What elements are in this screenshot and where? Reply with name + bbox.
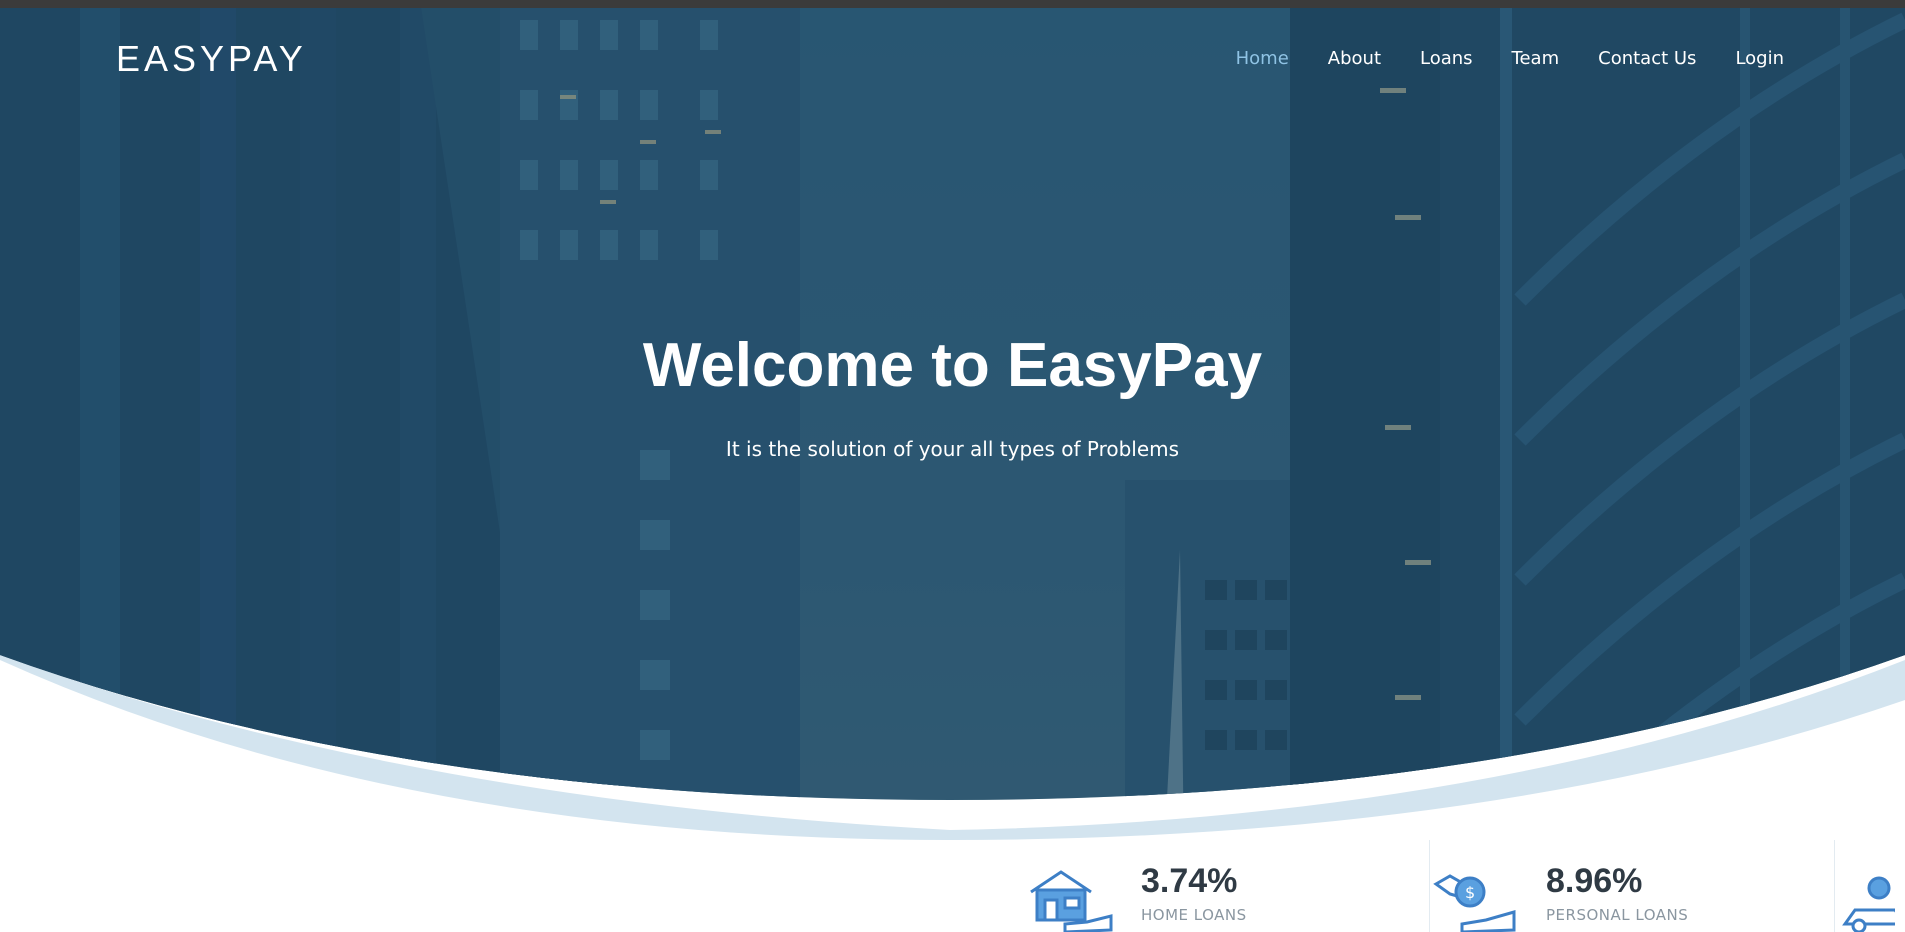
loan-rates-section: 3.74% HOME LOANS $ 8.96% PERSONAL LOANS bbox=[1025, 840, 1895, 932]
nav-link-contact-us[interactable]: Contact Us bbox=[1598, 48, 1696, 69]
brand-logo[interactable]: EASYPAY bbox=[116, 38, 307, 80]
nav-link-login[interactable]: Login bbox=[1735, 48, 1784, 69]
stat-personal-loans: $ 8.96% PERSONAL LOANS bbox=[1430, 840, 1835, 932]
hero-title: Welcome to EasyPay bbox=[642, 331, 1263, 400]
hero-subtitle: It is the solution of your all types of … bbox=[725, 437, 1180, 461]
stat-value-personal-loans: 8.96% bbox=[1546, 862, 1643, 900]
nav-link-team[interactable]: Team bbox=[1512, 48, 1560, 69]
nav-item-home: Home bbox=[1236, 48, 1289, 69]
nav-link-about[interactable]: About bbox=[1328, 48, 1381, 69]
nav-menu: Home About Loans Team Contact Us Login bbox=[1236, 48, 1784, 69]
nav-link-loans[interactable]: Loans bbox=[1420, 48, 1473, 69]
nav-item-login: Login bbox=[1735, 48, 1784, 69]
nav-item-about: About bbox=[1328, 48, 1381, 69]
money-in-hand-icon: $ bbox=[1433, 874, 1516, 932]
stat-label-home-loans: HOME LOANS bbox=[1141, 906, 1247, 924]
browser-top-strip bbox=[0, 0, 1905, 8]
page: EASYPAY Home About Loans Team Contact Us… bbox=[0, 0, 1905, 932]
navbar: EASYPAY Home About Loans Team Contact Us… bbox=[0, 8, 1905, 112]
stat-value-home-loans: 3.74% bbox=[1141, 862, 1238, 900]
nav-item-contact: Contact Us bbox=[1598, 48, 1696, 69]
nav-link-home[interactable]: Home bbox=[1236, 48, 1289, 69]
nav-item-loans: Loans bbox=[1420, 48, 1473, 69]
stat-car-loans-partial bbox=[1835, 840, 1895, 932]
svg-text:$: $ bbox=[1465, 883, 1475, 902]
hero-background bbox=[0, 0, 1905, 840]
hero-content: Welcome to EasyPay It is the solution of… bbox=[0, 330, 1905, 461]
stat-label-personal-loans: PERSONAL LOANS bbox=[1546, 906, 1689, 924]
car-loan-icon bbox=[1842, 876, 1895, 932]
nav-item-team: Team bbox=[1512, 48, 1560, 69]
house-in-hand-icon bbox=[1030, 870, 1113, 932]
stat-home-loans: 3.74% HOME LOANS bbox=[1025, 840, 1430, 932]
